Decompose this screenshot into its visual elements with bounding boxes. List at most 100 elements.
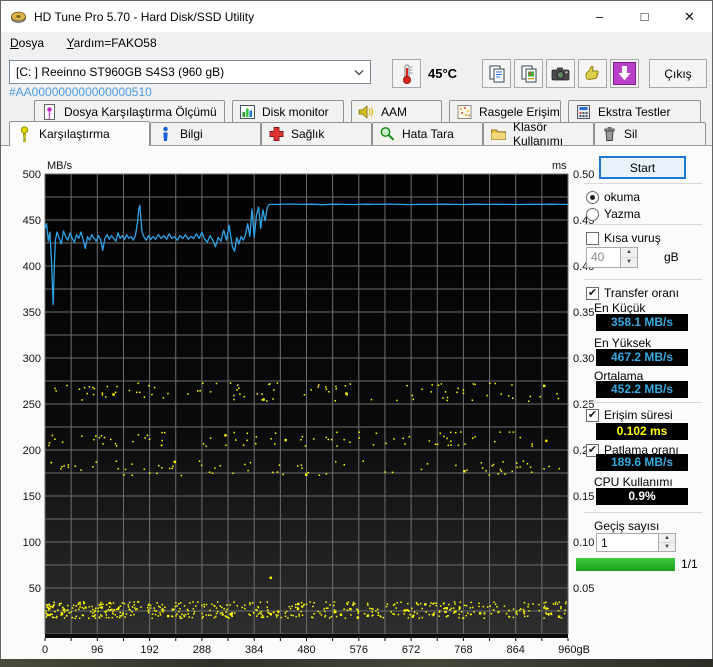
radio-icon <box>586 207 599 221</box>
chevron-down-icon <box>354 70 364 76</box>
tab-karsilastirma-active[interactable]: Karşılaştırma <box>9 121 150 146</box>
cpu-usage-value: 0.9% <box>596 488 688 505</box>
tab-label: Karşılaştırma <box>39 127 110 141</box>
tab-label: Klasör Kullanımı <box>513 120 564 148</box>
checkbox-checked-icon: ✔ <box>586 286 599 300</box>
tab-label: Sil <box>624 127 638 141</box>
tab-bilgi[interactable]: Bilgi <box>150 122 261 145</box>
minimize-button[interactable]: – <box>577 1 622 32</box>
scan-magnifier-icon <box>380 127 395 141</box>
drive-select[interactable]: [C: ] Reeinno ST960GB S4S3 (960 gB) <box>9 60 371 84</box>
bar-chart-icon <box>240 104 255 119</box>
app-window: HD Tune Pro 5.70 - Hard Disk/SSD Utility… <box>0 0 713 659</box>
read-radio[interactable]: okuma <box>586 190 640 204</box>
separator <box>584 512 702 513</box>
transfer-rate-checkbox[interactable]: ✔ Transfer oranı <box>586 286 679 300</box>
read-radio-label: okuma <box>604 190 641 204</box>
svg-text:0: 0 <box>42 644 48 656</box>
screenshot-camera-icon <box>551 67 570 80</box>
donate-hand-icon <box>585 65 599 80</box>
spin-down-icon[interactable]: ▼ <box>621 258 637 267</box>
spinner-arrows[interactable]: ▲ ▼ <box>658 534 675 551</box>
copy-text-button[interactable] <box>482 59 511 88</box>
spin-up-icon[interactable]: ▲ <box>659 534 675 543</box>
svg-text:300: 300 <box>23 353 41 365</box>
window-title: HD Tune Pro 5.70 - Hard Disk/SSD Utility <box>34 9 255 24</box>
random-scatter-icon <box>457 104 472 119</box>
access-time-checkbox[interactable]: ✔ Erişim süresi <box>586 408 673 422</box>
menu-dosya[interactable]: Dosya <box>10 32 52 50</box>
screenshot-button[interactable] <box>546 59 575 88</box>
separator <box>584 279 702 280</box>
svg-text:50: 50 <box>29 583 41 595</box>
pass-count-spinner[interactable]: 1 ▲ ▼ <box>596 533 676 552</box>
write-radio[interactable]: Yazma <box>586 207 640 221</box>
spin-up-icon[interactable]: ▲ <box>621 248 637 258</box>
exit-button[interactable]: Çıkış <box>649 59 707 88</box>
tab-label: Hata Tara <box>402 127 454 141</box>
burst-rate-value: 189.6 MB/s <box>596 454 688 471</box>
tab-label: Sağlık <box>291 127 325 141</box>
download-update-button[interactable] <box>610 59 639 88</box>
tab-label: AAM <box>381 104 408 119</box>
tab-label: Disk monitor <box>262 104 329 119</box>
file-benchmark-icon <box>44 103 55 120</box>
tab-ekstra-testler[interactable]: Ekstra Testler <box>568 100 701 122</box>
max-speed-value: 467.2 MB/s <box>596 349 688 366</box>
thermometer-icon <box>402 64 412 84</box>
cpu-usage-label: CPU Kullanımı <box>594 475 673 489</box>
tab-label: Bilgi <box>180 127 203 141</box>
tab-hata-tara[interactable]: Hata Tara <box>372 122 483 145</box>
menu-yardim[interactable]: Yardım=FAKO58 <box>66 32 164 50</box>
copy-image-button[interactable] <box>514 59 543 88</box>
pass-count-label: Geçiş sayısı <box>594 519 660 533</box>
close-button[interactable]: ✕ <box>667 1 712 32</box>
short-stroke-size-spinner[interactable]: 40 ▲ ▼ <box>586 247 638 268</box>
health-cross-icon <box>269 127 284 141</box>
svg-text:MB/s: MB/s <box>47 160 73 172</box>
exit-label: Çıkış <box>664 66 692 81</box>
tab-aam[interactable]: AAM <box>351 100 442 122</box>
tab-disk-monitor[interactable]: Disk monitor <box>232 100 344 122</box>
min-speed-value: 358.1 MB/s <box>596 314 688 331</box>
tab-saglik[interactable]: Sağlık <box>261 122 372 145</box>
spinner-arrows[interactable]: ▲ ▼ <box>620 248 637 267</box>
menu-bar: Dosya Yardım=FAKO58 <box>1 32 712 55</box>
svg-text:576: 576 <box>350 644 368 656</box>
spinner-value: 40 <box>591 250 605 264</box>
speaker-icon <box>358 104 374 119</box>
radio-icon <box>586 190 599 204</box>
tab-klasor-kullanimi[interactable]: Klasör Kullanımı <box>483 120 594 148</box>
download-update-icon <box>613 62 636 85</box>
avg-speed-value: 452.2 MB/s <box>596 381 688 398</box>
separator <box>584 402 702 403</box>
svg-text:192: 192 <box>140 644 158 656</box>
write-radio-label: Yazma <box>604 207 641 221</box>
tab-dosya-karsilastirma-olcumu[interactable]: Dosya Karşılaştırma Ölçümü <box>34 100 225 122</box>
short-stroke-checkbox[interactable]: Kısa vuruş <box>586 231 661 245</box>
svg-text:500: 500 <box>23 169 41 181</box>
tab-rasgele-erisim[interactable]: Rasgele Erişim <box>449 100 561 122</box>
maximize-button[interactable]: □ <box>622 1 667 32</box>
transfer-rate-label: Transfer oranı <box>604 286 679 300</box>
drive-serial-number: #AA000000000000000510 <box>9 85 152 99</box>
svg-text:288: 288 <box>193 644 211 656</box>
tab-sil[interactable]: Sil <box>594 122 706 145</box>
donate-button[interactable] <box>578 59 607 88</box>
tab-label: Ekstra Testler <box>598 104 671 119</box>
min-speed-label: En Küçük <box>594 301 646 315</box>
temperature-value: 45°C <box>428 66 458 81</box>
copy-image-icon <box>521 65 536 82</box>
access-time-value: 0.102 ms <box>596 423 688 440</box>
tab-label: Rasgele Erişim <box>479 104 560 119</box>
svg-text:200: 200 <box>23 445 41 457</box>
max-speed-label: En Yüksek <box>594 336 652 350</box>
svg-text:250: 250 <box>23 399 41 411</box>
title-bar[interactable]: HD Tune Pro 5.70 - Hard Disk/SSD Utility… <box>1 1 712 32</box>
svg-text:100: 100 <box>23 537 41 549</box>
temperature-button[interactable] <box>392 59 421 88</box>
calculator-icon <box>577 104 590 119</box>
svg-text:450: 450 <box>23 215 41 227</box>
spin-down-icon[interactable]: ▼ <box>659 543 675 551</box>
start-button[interactable]: Start <box>599 156 686 179</box>
